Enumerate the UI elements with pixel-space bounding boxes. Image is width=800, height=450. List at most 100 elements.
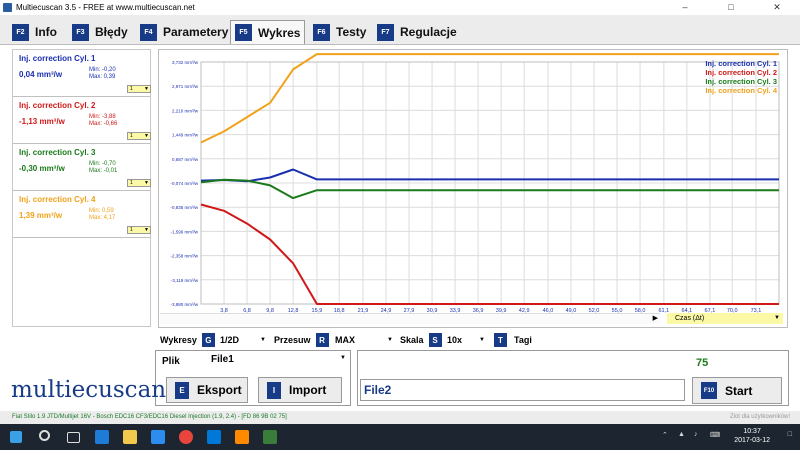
f4-key: F4 bbox=[140, 23, 157, 41]
tab-wykres[interactable]: F5 Wykres bbox=[230, 20, 306, 44]
cylinder-item-3[interactable]: Inj. correction Cyl. 3 -0,30 mm³/w Min: … bbox=[13, 144, 151, 191]
series-line-cyl-2 bbox=[200, 203, 779, 305]
task-view-icon[interactable] bbox=[67, 432, 80, 443]
tagi-control[interactable]: T Tagi bbox=[494, 333, 532, 347]
cylinder-select[interactable]: 1 ▼ bbox=[127, 85, 151, 93]
title-bar: Multiecuscan 3.5 - FREE at www.multiecus… bbox=[0, 0, 800, 15]
cylinder-item-4[interactable]: Inj. correction Cyl. 4 1,39 mm³/w Min: 0… bbox=[13, 191, 151, 238]
skala-value: 10x bbox=[447, 335, 463, 345]
counter-value: 75 bbox=[696, 357, 709, 369]
edge-icon[interactable] bbox=[95, 430, 109, 444]
cylinder-min: Min: -0,70 bbox=[89, 161, 116, 167]
cylinder-name: Inj. correction Cyl. 2 bbox=[19, 101, 96, 110]
tab-bledy[interactable]: F3 Błędy bbox=[72, 20, 128, 44]
przesuw-key: R bbox=[315, 333, 329, 347]
file-explorer-icon[interactable] bbox=[123, 430, 137, 444]
cylinder-max: Max: -0,01 bbox=[89, 168, 118, 174]
search-icon[interactable] bbox=[39, 430, 50, 441]
plik-label: Plik bbox=[162, 356, 180, 367]
windows-start-icon[interactable] bbox=[10, 431, 22, 443]
chart-area[interactable]: 3,732 mm³/w 2,971 mm³/w 2,210 mm³/w 1,449 m… bbox=[158, 49, 788, 328]
tab-label: Testy bbox=[336, 25, 367, 39]
network-icon[interactable]: ▲ bbox=[678, 431, 685, 438]
cylinder-select[interactable]: 1 ▼ bbox=[127, 132, 151, 140]
y-tick-label: 2,971 mm³/w bbox=[172, 84, 199, 89]
cylinder-max: Max: 0,39 bbox=[89, 74, 116, 80]
legend-entry: Inj. correction Cyl. 4 bbox=[705, 86, 778, 95]
firefox-icon[interactable] bbox=[235, 430, 249, 444]
cylinder-select[interactable]: 1 ▼ bbox=[127, 179, 151, 187]
tab-parametery[interactable]: F4 Parametery bbox=[140, 20, 228, 44]
cylinder-item-1[interactable]: Inj. correction Cyl. 1 0,04 mm³/w Min: -… bbox=[13, 50, 151, 97]
przesuw-dropdown[interactable]: MAX ▼ bbox=[335, 333, 395, 347]
cylinder-max: Max: 4,17 bbox=[89, 215, 116, 221]
tab-bar: F2 Info F3 Błędy F4 Parametery F5 Wykres… bbox=[0, 15, 800, 45]
eksport-button[interactable]: E Eksport bbox=[166, 377, 248, 403]
line-chart[interactable]: 3,732 mm³/w 2,971 mm³/w 2,210 mm³/w 1,449 m… bbox=[159, 50, 789, 329]
wykresy-control: Wykresy G bbox=[160, 333, 215, 347]
tab-info[interactable]: F2 Info bbox=[12, 20, 57, 44]
tab-label: Info bbox=[35, 25, 57, 39]
plik-value: File1 bbox=[211, 354, 234, 365]
skala-key: S bbox=[428, 333, 442, 347]
cylinder-min: Min: 0,59 bbox=[89, 208, 114, 214]
store-icon[interactable] bbox=[151, 430, 165, 444]
status-bar: Fiat Stilo 1.9 JTD/Multijet 16V - Bosch … bbox=[0, 411, 800, 424]
plik-dropdown[interactable]: File1 ▼ bbox=[211, 354, 349, 368]
przesuw-control: Przesuw R bbox=[274, 333, 329, 347]
status-right: Zlot dla użytkowników! bbox=[729, 414, 790, 420]
f5-key: F5 bbox=[235, 24, 252, 41]
chevron-down-icon: ▼ bbox=[144, 227, 149, 233]
chevron-down-icon: ▼ bbox=[260, 337, 266, 343]
y-tick-label: -3,880 mm³/w bbox=[170, 302, 198, 307]
wykresy-value: 1/2D bbox=[220, 335, 240, 345]
series-line-cyl-3 bbox=[200, 178, 779, 200]
y-tick-label: 0,687 mm³/w bbox=[172, 157, 199, 162]
select-value: 1 bbox=[130, 133, 133, 139]
tab-label: Parametery bbox=[163, 25, 229, 39]
tray-chevron-icon[interactable]: ⌃ bbox=[662, 431, 668, 439]
chart-scrollbar[interactable]: ▶ bbox=[160, 313, 660, 324]
clock[interactable]: 10:37 2017-03-12 bbox=[734, 427, 770, 445]
y-tick-label: 1,449 mm³/w bbox=[172, 133, 199, 138]
chevron-down-icon: ▼ bbox=[340, 355, 346, 361]
cylinder-select[interactable]: 1 ▼ bbox=[127, 226, 151, 234]
tab-testy[interactable]: F6 Testy bbox=[313, 20, 366, 44]
multiecuscan-taskbar-icon[interactable] bbox=[263, 430, 277, 444]
legend-entry: Inj. correction Cyl. 2 bbox=[705, 68, 777, 77]
maximize-icon[interactable]: □ bbox=[708, 0, 754, 15]
vehicle-info: Fiat Stilo 1.9 JTD/Multijet 16V - Bosch … bbox=[12, 414, 287, 420]
chevron-down-icon: ▼ bbox=[774, 315, 780, 321]
chevron-down-icon: ▼ bbox=[144, 133, 149, 139]
skype-icon[interactable] bbox=[207, 430, 221, 444]
tab-label: Wykres bbox=[258, 25, 301, 40]
select-value: 1 bbox=[130, 180, 133, 186]
cylinder-minmax: Min: 0,59 Max: 4,17 bbox=[89, 208, 115, 222]
cylinder-item-2[interactable]: Inj. correction Cyl. 2 -1,13 mm³/w Min: … bbox=[13, 97, 151, 144]
cylinder-min: Min: -3,88 bbox=[89, 114, 116, 120]
cylinder-name: Inj. correction Cyl. 3 bbox=[19, 148, 96, 157]
start-button[interactable]: F10 Start bbox=[692, 377, 782, 404]
volume-icon[interactable]: ♪ bbox=[694, 431, 698, 438]
wykresy-label: Wykresy bbox=[160, 335, 197, 345]
cylinder-name: Inj. correction Cyl. 1 bbox=[19, 54, 96, 63]
tab-regulacje[interactable]: F7 Regulacje bbox=[377, 20, 457, 44]
scroll-right-icon[interactable]: ▶ bbox=[653, 314, 658, 322]
wykresy-dropdown[interactable]: 1/2D ▼ bbox=[220, 333, 268, 347]
cylinder-value: -1,13 mm³/w bbox=[19, 117, 65, 126]
import-button[interactable]: I Import bbox=[258, 377, 342, 403]
przesuw-value: MAX bbox=[335, 335, 355, 345]
minimize-icon[interactable]: – bbox=[662, 0, 708, 15]
skala-dropdown[interactable]: 10x ▼ bbox=[447, 333, 487, 347]
cylinder-minmax: Min: -0,70 Max: -0,01 bbox=[89, 161, 117, 175]
keyboard-icon[interactable]: ⌨ bbox=[710, 431, 720, 439]
clock-date: 2017-03-12 bbox=[734, 437, 770, 444]
close-icon[interactable]: ✕ bbox=[754, 0, 800, 15]
eksport-key: E bbox=[175, 381, 189, 399]
chrome-icon[interactable] bbox=[179, 430, 193, 444]
legend-entry: Inj. correction Cyl. 1 bbox=[705, 59, 777, 68]
import-key: I bbox=[267, 381, 281, 399]
notification-icon[interactable]: □ bbox=[788, 431, 792, 438]
time-select[interactable]: Czas (Δt) ▼ bbox=[667, 313, 783, 324]
file2-input[interactable]: File2 bbox=[360, 379, 685, 401]
